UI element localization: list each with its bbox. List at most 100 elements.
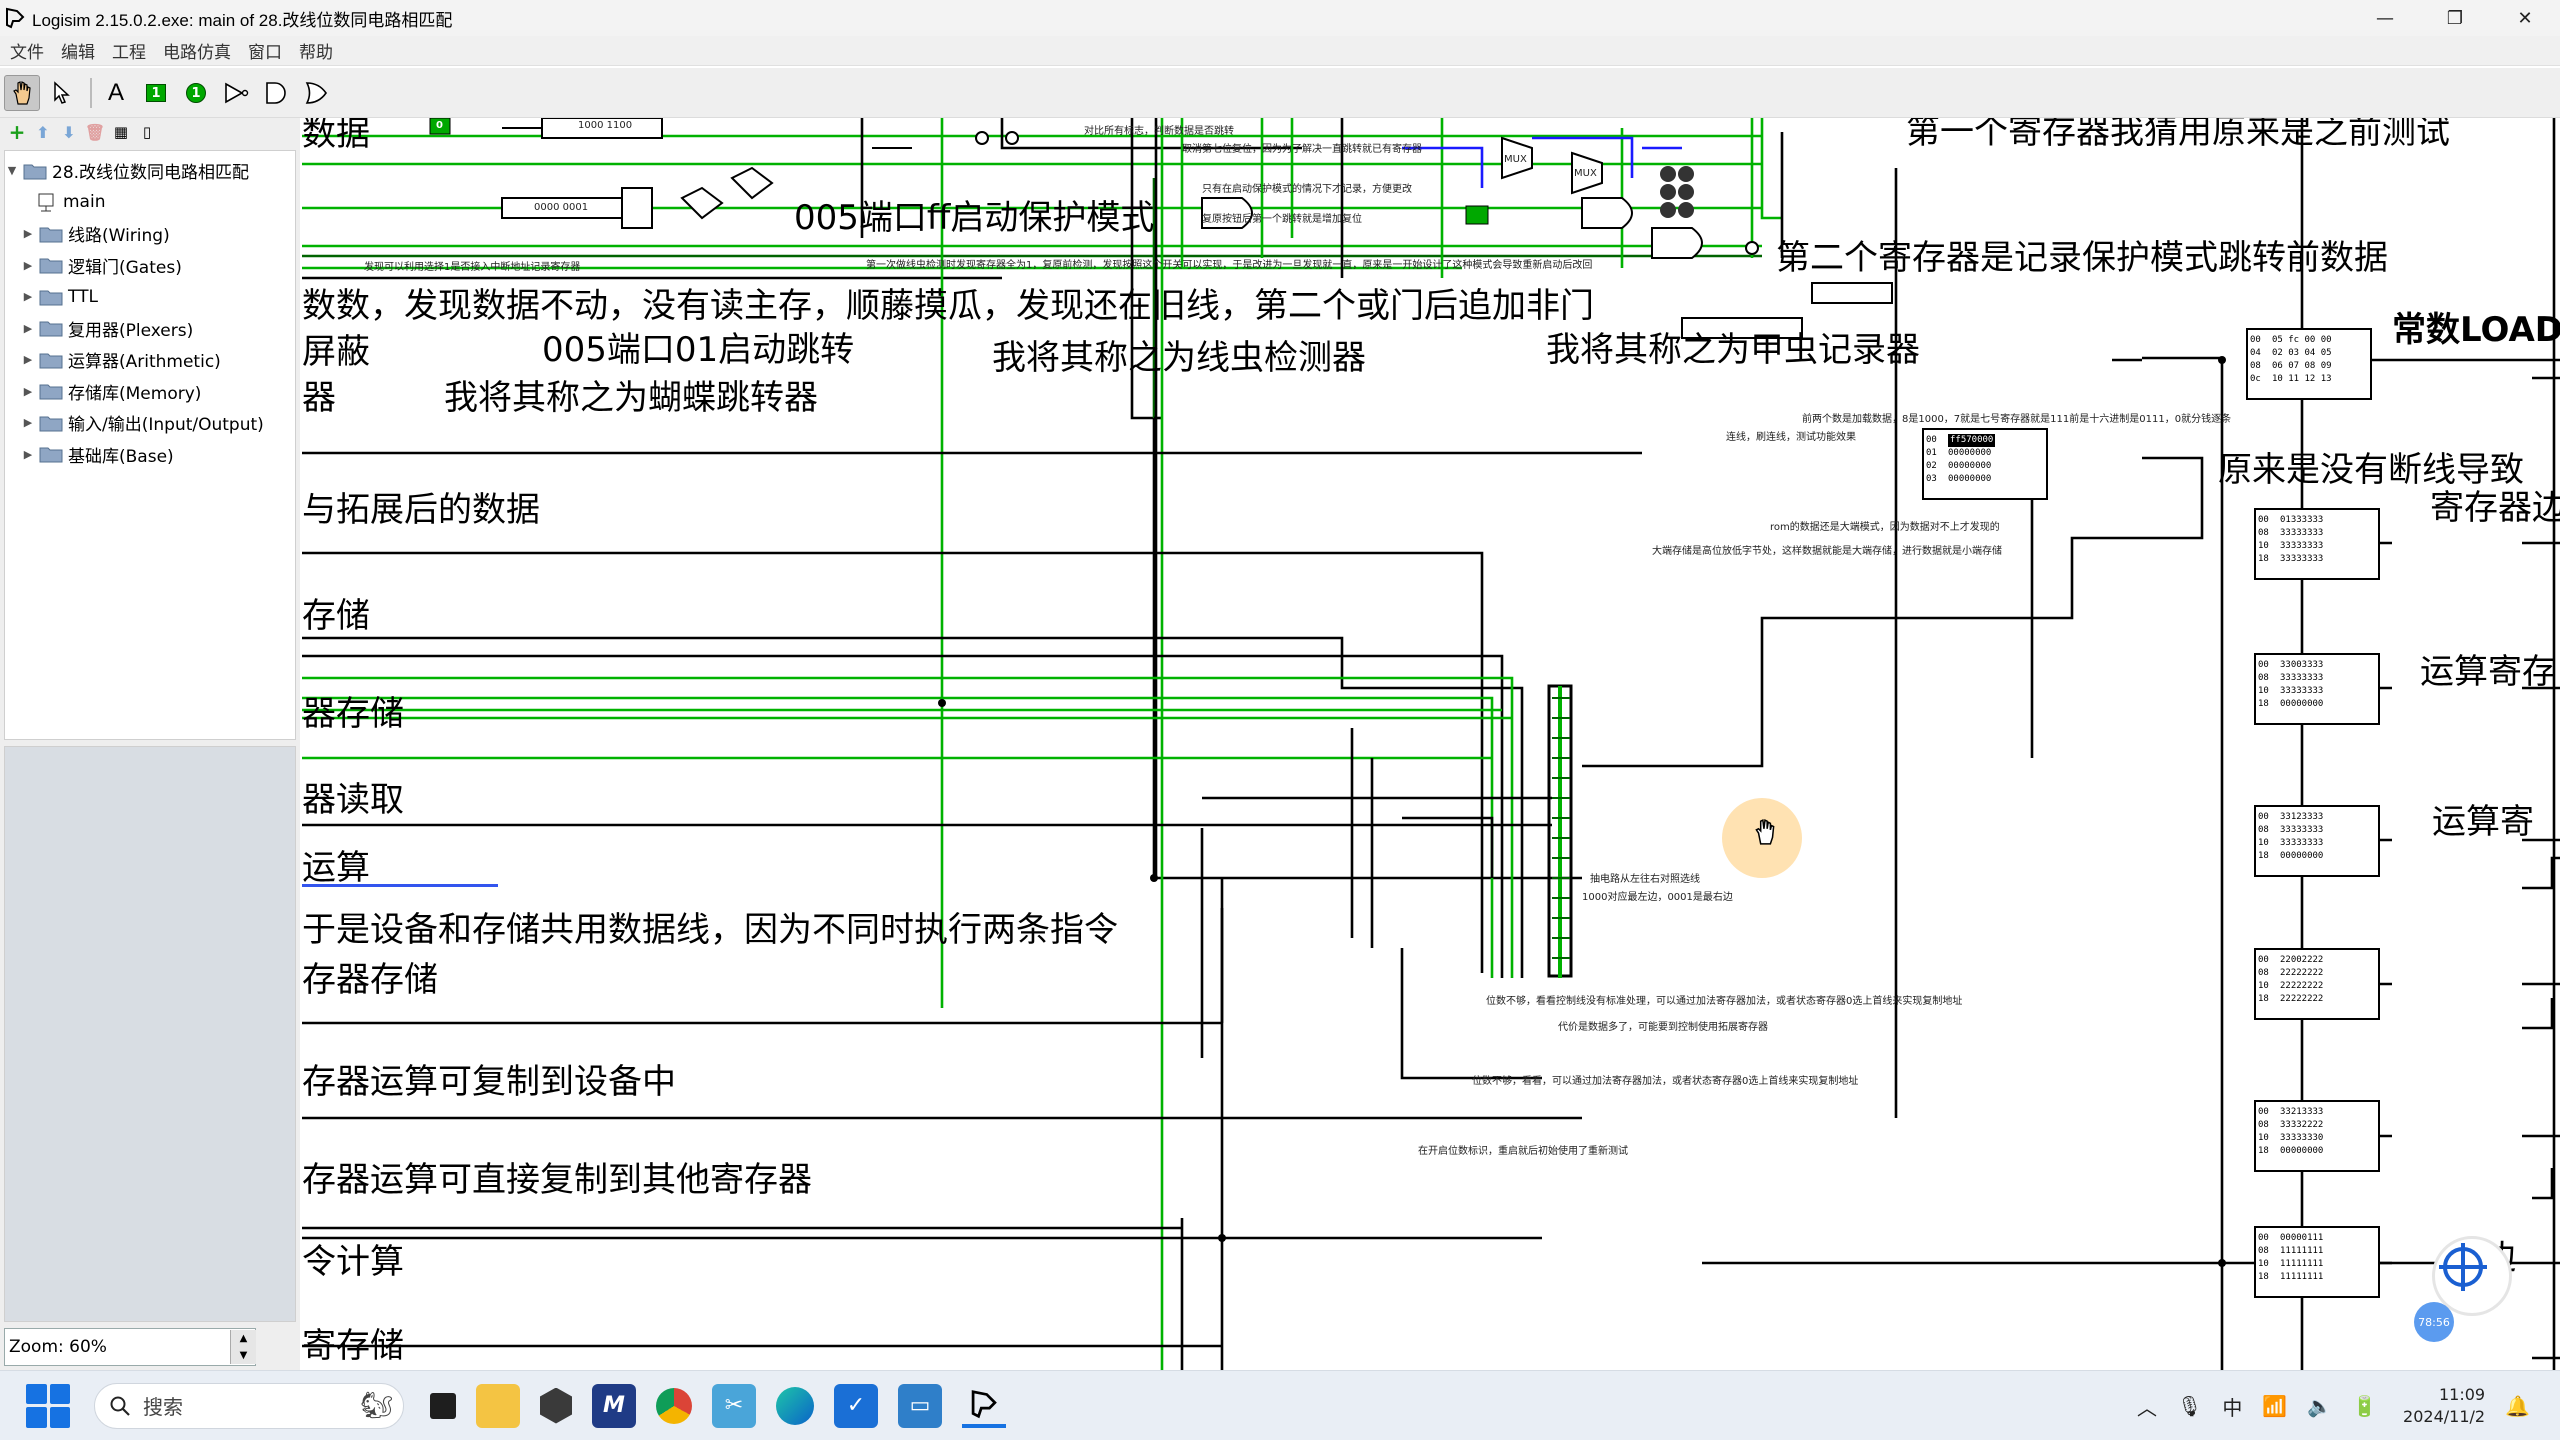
zoom-label: Zoom: 60% — [9, 1337, 107, 1357]
folder-icon — [39, 258, 63, 274]
tree-library-wiring[interactable]: ▶ 线路(Wiring) — [5, 218, 295, 250]
tree-library-gates[interactable]: ▶ 逻辑门(Gates) — [5, 250, 295, 282]
math-app-icon[interactable]: M — [592, 1383, 636, 1428]
menu-project[interactable]: 工程 — [112, 38, 146, 63]
annotation-text: 数数，发现数据不动，没有读主存，顺藤摸瓜，发现还在旧线，第二个或门后追加非门 — [302, 286, 1594, 326]
input-language-indicator[interactable]: 中 — [2222, 1392, 2242, 1421]
restore-button[interactable]: ❐ — [2420, 0, 2490, 36]
library-label: 运算器(Arithmetic) — [68, 352, 221, 373]
input-pin-tool-button[interactable]: 1 — [138, 75, 174, 111]
chevron-up-icon[interactable]: ︿ — [2137, 1392, 2157, 1421]
tree-library-io[interactable]: ▶ 输入/输出(Input/Output) — [5, 407, 295, 439]
chrome-icon[interactable] — [656, 1387, 692, 1424]
reg-addr: 00 — [2258, 812, 2269, 822]
tree-library-arithmetic[interactable]: ▶ 运算器(Arithmetic) — [5, 344, 295, 376]
notification-bell-icon[interactable]: 🔔 — [2505, 1394, 2530, 1418]
input-pin-icon: 1 — [146, 83, 166, 102]
register-block[interactable]: 00 08 10 18 33123333 33333333 33333333 0000000… — [2254, 805, 2380, 877]
reg-row: 11111111 — [2280, 1259, 2324, 1269]
tree-library-base[interactable]: ▶ 基础库(Base) — [5, 439, 295, 471]
move-up-icon[interactable]: ⬆ — [30, 120, 56, 144]
small-note: 只有在启动保护模式的情况下才记录，方便更改 — [1202, 184, 1412, 195]
and-gate-tool-button[interactable] — [258, 75, 294, 111]
expanded-arrow-icon: ▼ — [7, 164, 17, 178]
small-note: 连线，刷连线，测试功能效果 — [1726, 432, 1856, 443]
spinner-down-icon[interactable]: ▼ — [240, 1350, 248, 1361]
poke-tool-button[interactable] — [4, 74, 40, 111]
start-button[interactable] — [26, 1383, 70, 1428]
circuit-canvas[interactable]: 00 01 02 03 ff570000 00000000 00000000 0… — [302, 118, 2560, 1370]
window-title: Logisim 2.15.0.2.exe: main of 28.改线位数同电路… — [32, 10, 453, 30]
or-gate-icon — [305, 81, 327, 104]
appearance-view-icon[interactable]: ▯ — [134, 120, 160, 144]
microphone-icon[interactable]: 🎙 — [2177, 1394, 2202, 1418]
bluesky-app-icon[interactable]: ✓ — [834, 1383, 878, 1428]
small-note: 代价是数据多了，可能要到控制使用拓展寄存器 — [1558, 1022, 1768, 1033]
timer-badge: 78:56 — [2414, 1302, 2454, 1342]
annotation-text: 005端口ff启动保护模式 — [794, 198, 1155, 238]
close-button[interactable]: ✕ — [2490, 0, 2560, 36]
minimize-button[interactable]: — — [2350, 0, 2420, 36]
register-block[interactable]: 00 08 10 18 00000111 11111111 11111111 1111111… — [2254, 1226, 2380, 1298]
not-gate-tool-button[interactable] — [218, 75, 254, 111]
toolbar: A 1 1 — [0, 68, 2560, 118]
battery-icon[interactable]: 🔋 — [2352, 1394, 2377, 1418]
menu-simulate[interactable]: 电路仿真 — [163, 38, 231, 63]
register-block[interactable]: 00 08 10 18 33213333 33332222 33333330 0000000… — [2254, 1100, 2380, 1172]
rom-addr: 02 — [1926, 461, 1937, 471]
reg-row: 33003333 — [2280, 660, 2324, 670]
folder-icon — [39, 384, 63, 400]
tree-circuit-main[interactable]: main — [5, 187, 295, 219]
menu-edit[interactable]: 编辑 — [61, 38, 95, 63]
collapsed-arrow-icon: ▶ — [23, 353, 33, 367]
or-gate-tool-button[interactable] — [298, 75, 334, 111]
file-explorer-icon[interactable] — [476, 1383, 520, 1428]
task-view-icon[interactable] — [430, 1392, 456, 1419]
spinner-up-icon[interactable]: ▲ — [240, 1333, 248, 1344]
windows-logo-tile — [26, 1383, 47, 1404]
reg-addr: 08 — [2258, 1120, 2269, 1130]
reg-addr: 18 — [2258, 851, 2269, 861]
move-down-icon[interactable]: ⬇ — [56, 120, 82, 144]
collapsed-arrow-icon: ▶ — [23, 416, 33, 430]
logisim-taskbar-icon[interactable] — [962, 1384, 1006, 1428]
reg-addr: 18 — [2258, 1146, 2269, 1156]
capture-tool-icon[interactable]: ✂ — [712, 1383, 756, 1428]
remote-desktop-icon[interactable]: ▭ — [898, 1383, 942, 1428]
taskbar-search[interactable]: 搜索 🐿 — [94, 1382, 404, 1429]
tree-library-ttl[interactable]: ▶ TTL — [5, 281, 295, 313]
register-block[interactable]: 00 08 10 18 33003333 33333333 33333333 0000000… — [2254, 653, 2380, 725]
tree-library-plexers[interactable]: ▶ 复用器(Plexers) — [5, 313, 295, 345]
menu-window[interactable]: 窗口 — [248, 38, 282, 63]
reg-row: 33333333 — [2280, 528, 2324, 538]
clock[interactable]: 11:09 2024/11/2 — [2403, 1384, 2485, 1428]
menu-file[interactable]: 文件 — [10, 38, 44, 63]
add-circuit-icon[interactable]: + — [4, 120, 30, 144]
rom-row: 02 03 04 05 — [2272, 348, 2332, 358]
register-block[interactable]: 00 08 10 18 01333333 33333333 33333333 3333333… — [2254, 508, 2380, 580]
menu-help[interactable]: 帮助 — [299, 38, 333, 63]
tree-library-memory[interactable]: ▶ 存储库(Memory) — [5, 376, 295, 408]
select-tool-button[interactable] — [44, 75, 80, 111]
attribute-panel — [4, 746, 296, 1322]
zoom-field[interactable]: Zoom: 60% — [4, 1328, 256, 1366]
wifi-icon[interactable]: 📶 — [2262, 1394, 2287, 1418]
delete-circuit-icon[interactable]: 🗑 — [82, 120, 108, 144]
3d-app-icon[interactable] — [540, 1387, 572, 1424]
reg-addr: 08 — [2258, 673, 2269, 683]
mux-label: MUX — [1504, 154, 1527, 165]
tree-project-root[interactable]: ▼ 28.改线位数同电路相匹配 — [5, 155, 295, 187]
layout-view-icon[interactable]: ▦ — [108, 120, 134, 144]
edge-icon[interactable] — [776, 1386, 814, 1425]
register-block[interactable]: 00 08 10 18 22002222 22222222 22222222 2222222… — [2254, 948, 2380, 1020]
zoom-spinner[interactable]: ▲ ▼ — [230, 1330, 256, 1364]
rom-row: 00000000 — [1948, 474, 1992, 484]
hand-cursor-icon — [1755, 819, 1775, 845]
volume-icon[interactable]: 🔈 — [2307, 1394, 2332, 1418]
annotation-text: 与拓展后的数据 — [302, 490, 540, 530]
output-pin-tool-button[interactable]: 1 — [178, 75, 214, 111]
rom-component[interactable]: 00 01 02 03 ff570000 00000000 00000000 0… — [1922, 428, 2048, 500]
constant-rom-component[interactable]: 00 04 08 0c 05 fc 00 00 02 03 04 05 06 0… — [2246, 328, 2372, 400]
text-tool-button[interactable]: A — [98, 75, 134, 111]
title-bar: Logisim 2.15.0.2.exe: main of 28.改线位数同电路… — [0, 0, 2560, 36]
